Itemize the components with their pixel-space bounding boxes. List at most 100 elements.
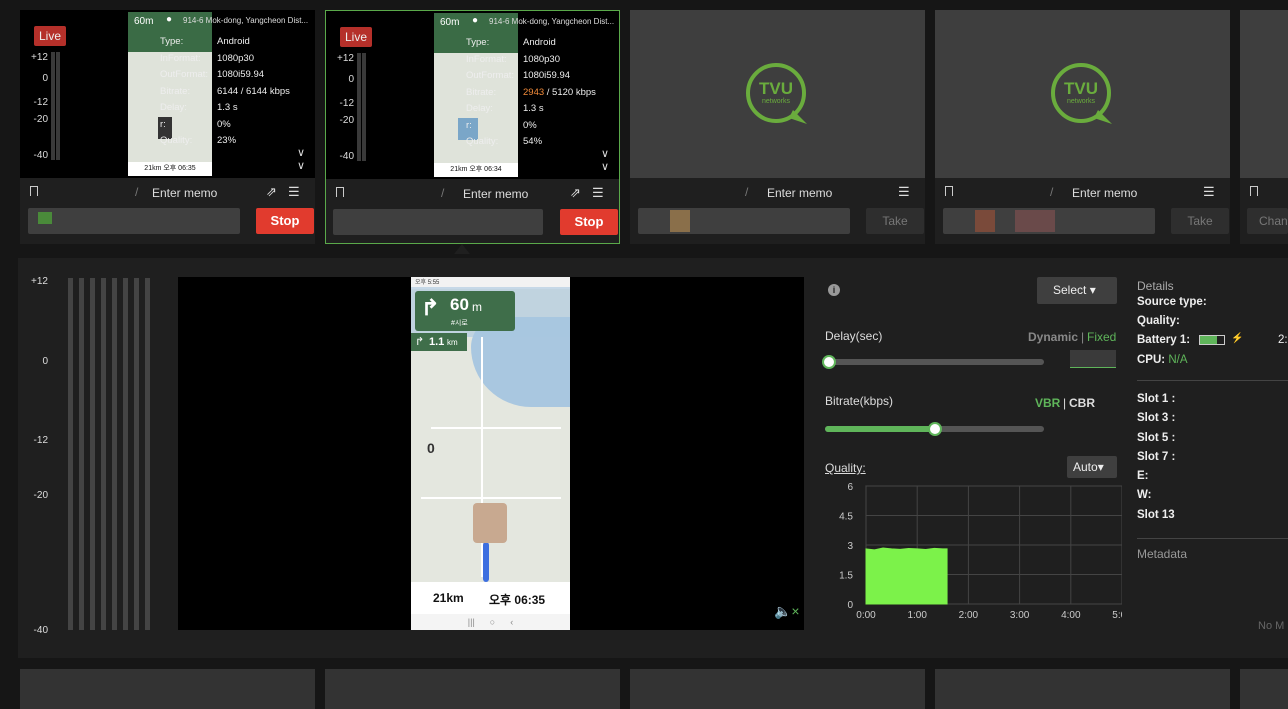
detail-panel: +12 0 -12 -20 -40 오후 5:55 ↱ 60 m #시로 ↱ 1…: [18, 258, 1288, 658]
quality-chart: 0:00 1:00 2:00 3:00 4:00 5:00 0 1.5 3 4.5 6: [839, 482, 1122, 621]
source-preview[interactable]: [1240, 10, 1288, 178]
bookmark-icon[interactable]: [30, 186, 38, 196]
source-card-4[interactable]: TVU networks / Enter memo ☰ Take: [935, 10, 1230, 244]
dynamic-toggle[interactable]: Dynamic: [1028, 330, 1078, 344]
auto-dropdown[interactable]: Auto▾: [1067, 456, 1117, 478]
source-preview[interactable]: TVU networks: [630, 10, 925, 178]
expand-chevron-icon[interactable]: ∨ ∨: [297, 146, 305, 172]
source-card-10[interactable]: [1240, 669, 1288, 709]
y-tick-label: 6: [847, 482, 853, 493]
source-card-6[interactable]: [20, 669, 315, 709]
memo-bar: / Enter memo ☰: [745, 184, 910, 200]
location-text: 914-6 Mok-dong, Yangcheon Dist...: [183, 16, 309, 25]
y-tick-label: 4.5: [839, 512, 853, 523]
x-tick-label: 0:00: [856, 610, 876, 621]
info-icon[interactable]: i: [828, 284, 840, 296]
mute-icon[interactable]: 🔈×: [774, 603, 800, 620]
svg-text:TVU: TVU: [759, 79, 793, 98]
x-tick-label: 4:00: [1061, 610, 1081, 621]
bookmark-icon[interactable]: [945, 186, 953, 196]
delay-value-field[interactable]: [1070, 350, 1116, 368]
cbr-toggle[interactable]: CBR: [1069, 396, 1095, 410]
metadata-title: Metadata: [1137, 547, 1188, 561]
memo-input[interactable]: Enter memo: [152, 186, 217, 200]
fixed-toggle[interactable]: Fixed: [1087, 330, 1116, 344]
slots-list: Slot 1 : Slot 3 : Slot 5 : Slot 7 : E: W…: [1137, 393, 1176, 521]
delay-slider-knob[interactable]: [822, 355, 836, 369]
location-text: 914-6 Mok-dong, Yangcheon Dist...: [489, 17, 615, 26]
select-dropdown[interactable]: Select ▾: [1037, 277, 1117, 304]
source-card-7[interactable]: [325, 669, 620, 709]
nav-banner: ↱ 60 m #시로: [415, 291, 515, 331]
selected-pointer: [454, 244, 470, 254]
bookmark-icon[interactable]: [1250, 186, 1258, 196]
y-tick-label: 0: [847, 600, 853, 611]
stream-info: Type: Android InFormat: 1080p30 OutFormat:…: [160, 36, 290, 146]
audio-meters: [51, 52, 60, 160]
change-button[interactable]: Chan: [1247, 208, 1288, 234]
video-preview[interactable]: 오후 5:55 ↱ 60 m #시로 ↱ 1.1 km 0 21km 오후 06…: [178, 277, 804, 630]
source-card-2[interactable]: Live +12 0 -12 -20 -40 60m 21km 오후 06:34…: [325, 10, 620, 244]
location-pin-icon: ●: [472, 15, 479, 26]
vbr-toggle[interactable]: VBR: [1035, 396, 1060, 410]
live-badge: Live: [340, 27, 373, 47]
svg-text:TVU: TVU: [1064, 79, 1098, 98]
charging-icon: ⚡: [1231, 333, 1244, 344]
settings-sliders-icon[interactable]: ☰: [1203, 184, 1215, 200]
source-preview[interactable]: TVU networks: [935, 10, 1230, 178]
audio-meters: [357, 53, 366, 161]
settings-sliders-icon[interactable]: ☰: [592, 185, 604, 201]
receiver-select[interactable]: [638, 208, 850, 234]
next-turn: ↱ 1.1 km: [411, 333, 467, 351]
bitrate-current: 2943: [523, 86, 545, 98]
x-tick-label: 1:00: [907, 610, 927, 621]
tvu-logo-icon: TVU networks: [746, 63, 807, 124]
expand-chevron-icon[interactable]: ∨ ∨: [601, 147, 609, 173]
turn-right-icon: ↱: [421, 295, 440, 320]
settings-sliders-icon[interactable]: ☰: [898, 184, 910, 200]
x-tick-label: 2:00: [959, 610, 979, 621]
take-button[interactable]: Take: [866, 208, 924, 234]
audio-scale: +12 0 -12 -20 -40: [31, 276, 48, 636]
details-title: Details: [1137, 279, 1174, 293]
source-card-3[interactable]: TVU networks / Enter memo ☰ Take: [630, 10, 925, 244]
y-tick-label: 1.5: [839, 571, 853, 582]
audio-meters: [68, 278, 150, 630]
memo-input[interactable]: Enter memo: [1072, 186, 1137, 200]
memo-input[interactable]: Enter memo: [463, 187, 528, 201]
details-list: Source type: Quality: Battery 1: ⚡ 2: CP…: [1137, 296, 1288, 366]
bitrate-slider-knob[interactable]: [927, 422, 942, 436]
source-card-1[interactable]: Live +12 0 -12 -20 -40 60m 21km 오후 06:35…: [20, 10, 315, 244]
stop-button[interactable]: Stop: [256, 208, 314, 234]
receiver-select[interactable]: [333, 209, 543, 235]
take-button[interactable]: Take: [1171, 208, 1229, 234]
source-card-9[interactable]: [935, 669, 1230, 709]
no-metadata-text: No M: [1258, 620, 1285, 632]
stop-button[interactable]: Stop: [560, 209, 618, 235]
receiver-select[interactable]: [28, 208, 240, 234]
svg-text:networks: networks: [762, 98, 791, 105]
share-icon[interactable]: ⇗: [570, 185, 581, 201]
memo-bar: / Enter memo ⇗ ☰: [20, 178, 315, 208]
bitrate-slider-fill: [825, 426, 935, 432]
live-badge: Live: [34, 26, 67, 46]
bitrate-label: Bitrate(kbps): [825, 394, 894, 408]
receiver-select[interactable]: [943, 208, 1155, 234]
x-tick-label: 3:00: [1010, 610, 1030, 621]
delay-slider[interactable]: [825, 359, 1044, 365]
phone-screen: 오후 5:55 ↱ 60 m #시로 ↱ 1.1 km 0 21km 오후 06…: [411, 277, 570, 630]
bookmark-icon[interactable]: [336, 187, 344, 197]
y-tick-label: 3: [847, 541, 853, 552]
memo-bar: / Enter memo ☰: [935, 178, 1230, 208]
quality-label: Quality:: [825, 461, 866, 475]
memo-input[interactable]: Enter memo: [767, 186, 832, 200]
quality-area-series: [865, 547, 948, 605]
settings-sliders-icon[interactable]: ☰: [288, 184, 300, 200]
source-card-8[interactable]: [630, 669, 925, 709]
battery-icon: [1199, 335, 1225, 345]
share-icon[interactable]: ⇗: [266, 184, 277, 200]
tvu-logo-icon: TVU networks: [1051, 63, 1112, 124]
source-preview[interactable]: Live +12 0 -12 -20 -40 60m 21km 오후 06:35…: [20, 10, 315, 178]
source-card-5[interactable]: Chan: [1240, 10, 1288, 244]
source-preview[interactable]: Live +12 0 -12 -20 -40 60m 21km 오후 06:34…: [326, 11, 619, 179]
